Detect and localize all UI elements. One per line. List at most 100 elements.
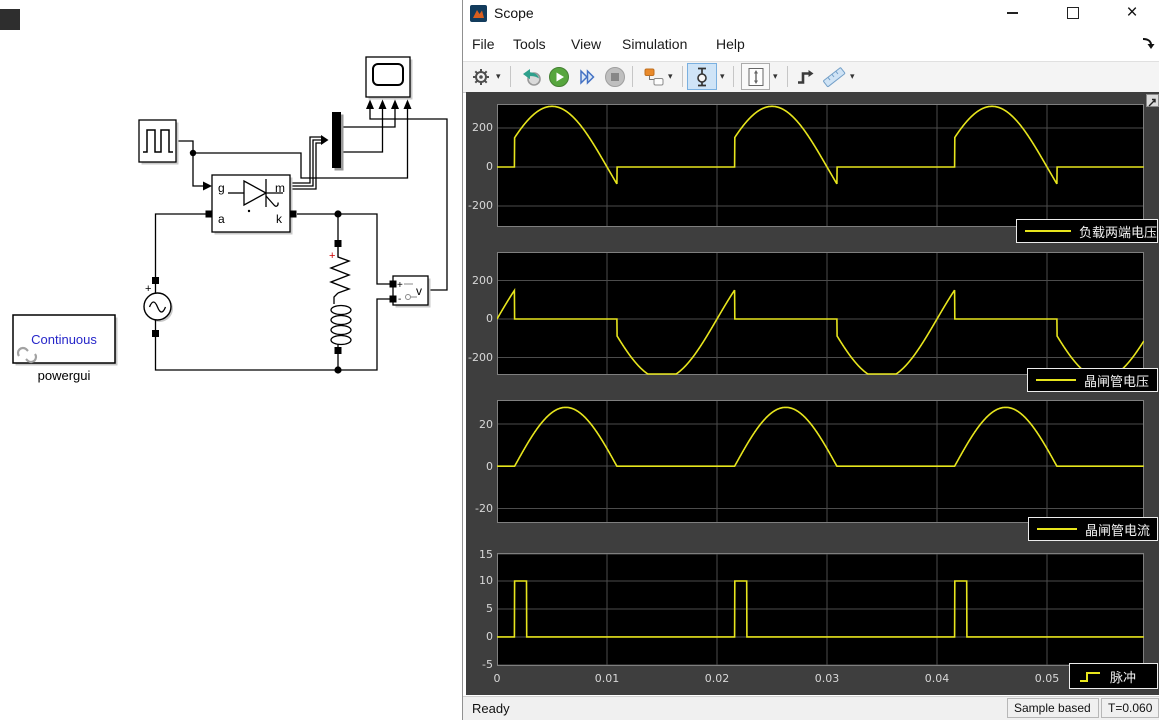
legend-line-sample — [1036, 379, 1076, 381]
y-tick-label: 15 — [463, 548, 493, 561]
scope-plot-1[interactable] — [497, 104, 1144, 227]
run-button[interactable] — [546, 64, 571, 89]
status-ready-text: Ready — [472, 701, 510, 716]
step-back-icon — [520, 65, 544, 89]
y-tick-label: -5 — [463, 658, 493, 671]
y-tick-label: 20 — [463, 418, 493, 431]
window-title: Scope — [494, 5, 534, 21]
scope-block[interactable] — [366, 57, 413, 100]
legend-thyristor-current[interactable]: 晶闸管电流 — [1028, 517, 1158, 541]
maximize-icon — [1067, 7, 1079, 19]
cursor-dropdown-caret[interactable]: ▾ — [720, 71, 725, 82]
measurements-ruler-icon — [821, 64, 847, 90]
span-y-axis-button[interactable] — [741, 63, 770, 90]
stop-icon — [603, 65, 627, 89]
legend-line-sample — [1037, 528, 1077, 530]
close-button[interactable]: × — [1119, 2, 1145, 24]
legend-pulse[interactable]: 脉冲 — [1069, 663, 1158, 689]
menu-help[interactable]: Help — [716, 36, 745, 52]
menu-tools[interactable]: Tools — [513, 36, 546, 52]
rlc-top-port — [335, 240, 342, 247]
step-forward-button[interactable] — [574, 64, 599, 89]
settings-dropdown-caret[interactable]: ▾ — [496, 71, 501, 82]
menu-simulation[interactable]: Simulation — [622, 36, 687, 52]
scope-plot-2[interactable] — [497, 252, 1144, 375]
span-dropdown-caret[interactable]: ▾ — [773, 71, 778, 82]
rlc-branch-block[interactable]: + — [329, 240, 351, 354]
ac-voltage-source-block[interactable]: + — [144, 277, 173, 337]
simulink-model-canvas[interactable]: g a m k — [0, 0, 462, 720]
screen: g a m k — [0, 0, 1159, 720]
legend-thyristor-voltage[interactable]: 晶闸管电压 — [1027, 368, 1158, 392]
legend-line-sample — [1025, 230, 1071, 232]
step-back-button[interactable] — [519, 64, 544, 89]
stop-button[interactable] — [602, 64, 627, 89]
simulink-hierarchy-button[interactable] — [641, 64, 666, 89]
cursor-measurements-button[interactable] — [687, 63, 717, 90]
scope-menubar — [463, 28, 1159, 61]
legend-load-voltage[interactable]: 负载两端电压 — [1016, 219, 1158, 243]
menu-file[interactable]: File — [472, 36, 495, 52]
x-tick-label: 0.01 — [587, 672, 627, 685]
y-tick-label: 5 — [463, 602, 493, 615]
span-y-axis-icon — [744, 65, 768, 89]
rlc-plus-label: + — [329, 250, 335, 262]
legend-label: 脉冲 — [1110, 667, 1136, 686]
menubar-pin-icon[interactable] — [1141, 36, 1156, 51]
settings-button[interactable] — [468, 64, 493, 89]
powergui-label: powergui — [38, 368, 91, 383]
hierarchy-dropdown-caret[interactable]: ▾ — [668, 71, 673, 82]
y-tick-label: 0 — [463, 460, 493, 473]
pulse-generator-block[interactable] — [139, 120, 179, 165]
vmeter-plus-label: + — [397, 280, 403, 291]
y-tick-label: 0 — [463, 630, 493, 643]
trigger-icon — [794, 65, 818, 89]
status-sample-mode: Sample based — [1007, 698, 1099, 718]
menu-view[interactable]: View — [571, 36, 601, 52]
source-plus-label: + — [145, 283, 151, 295]
port-label-g: g — [218, 181, 225, 195]
scope-plot-canvas[interactable]: 2000-2002000-200200-20151050-500.010.020… — [466, 92, 1159, 695]
scope-plot-4[interactable] — [497, 553, 1144, 666]
x-tick-label: 0 — [477, 672, 517, 685]
status-sim-time: T=0.060 — [1101, 698, 1159, 718]
run-icon — [547, 65, 571, 89]
matlab-scope-icon — [470, 5, 487, 22]
inductor-icon — [331, 306, 351, 345]
port-label-a: a — [218, 212, 225, 226]
minimize-button[interactable] — [999, 2, 1025, 24]
trigger-button[interactable] — [793, 64, 818, 89]
y-tick-label: 0 — [463, 312, 493, 325]
measurements-button[interactable] — [820, 64, 847, 89]
source-top-port — [152, 277, 159, 284]
port-square-a — [206, 211, 213, 218]
source-bottom-port — [152, 330, 159, 337]
minimize-icon — [1007, 12, 1018, 14]
partially-visible-block[interactable] — [0, 9, 20, 30]
demux-block[interactable] — [332, 112, 344, 171]
canvas-pin-button[interactable] — [1146, 94, 1159, 107]
canvas-pin-icon — [1147, 97, 1158, 108]
rlc-bottom-port — [335, 347, 342, 354]
port-square-k — [290, 211, 297, 218]
scope-titlebar[interactable] — [463, 0, 1159, 28]
voltage-measurement-block[interactable]: + - v — [390, 276, 431, 308]
cursor-measurements-icon — [690, 65, 714, 89]
vmeter-minus-port — [390, 296, 397, 303]
powergui-mode-text: Continuous — [31, 332, 97, 347]
thyristor-block[interactable]: g a m k — [206, 175, 297, 235]
legend-label: 负载两端电压 — [1079, 222, 1157, 241]
x-tick-label: 0.05 — [1027, 672, 1067, 685]
scope-plot-3[interactable] — [497, 400, 1144, 523]
y-tick-label: -20 — [463, 502, 493, 515]
legend-step-sample — [1078, 667, 1104, 685]
y-tick-label: -200 — [463, 199, 493, 212]
legend-label: 晶闸管电压 — [1084, 371, 1149, 390]
powergui-block[interactable]: Continuous powergui — [13, 315, 118, 383]
maximize-button[interactable] — [1060, 2, 1086, 24]
legend-label: 晶闸管电流 — [1085, 520, 1150, 539]
measurements-dropdown-caret[interactable]: ▾ — [850, 71, 855, 82]
vmeter-minus-label: - — [398, 294, 401, 305]
y-tick-label: 10 — [463, 574, 493, 587]
step-forward-icon — [575, 65, 599, 89]
